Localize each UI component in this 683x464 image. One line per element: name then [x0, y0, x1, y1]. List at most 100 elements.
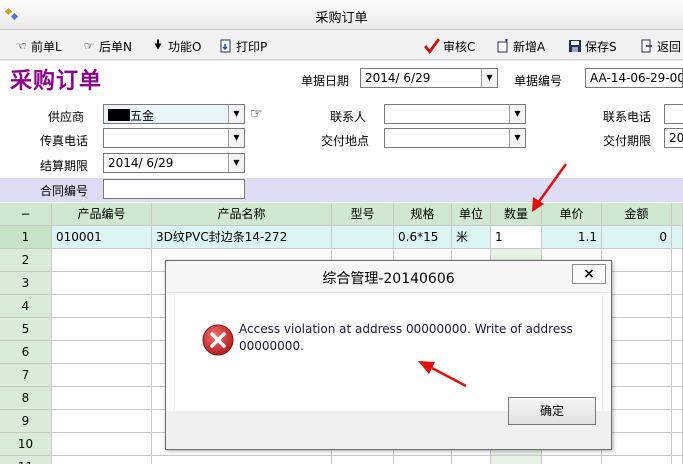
table-row[interactable]: 1 010001 3D纹PVC封边条14-272 0.6*15 米 1 1.1 0	[0, 226, 683, 249]
delivery-period-field[interactable]: 20	[664, 128, 683, 148]
col-header-price[interactable]: 单价	[542, 203, 602, 226]
cell-unit[interactable]	[452, 456, 491, 464]
print-button[interactable]: 打印P	[219, 37, 267, 55]
cell-amount[interactable]	[602, 272, 672, 295]
doc-no-field[interactable]: AA-14-06-29-0002	[585, 68, 683, 88]
phone-field[interactable]	[664, 104, 683, 124]
cell-spec[interactable]: 0.6*15	[394, 226, 452, 249]
cell-name[interactable]: 3D纹PVC封边条14-272	[152, 226, 332, 249]
func-button[interactable]: 🠟 功能O	[151, 37, 202, 55]
cell-code[interactable]	[52, 364, 152, 387]
col-header-code[interactable]: 产品编号	[52, 203, 152, 226]
chevron-down-icon[interactable]: ▼	[509, 129, 525, 147]
cell-amount[interactable]	[602, 456, 672, 464]
doc-no-label: 单据编号	[514, 74, 563, 88]
cell-code[interactable]	[52, 272, 152, 295]
cell-amount[interactable]	[602, 364, 672, 387]
supplier-field[interactable]: 五金 ▼	[103, 104, 245, 124]
cell-amount[interactable]	[602, 410, 672, 433]
prev-button[interactable]: ☜ 前单L	[14, 37, 62, 55]
row-number: 7	[0, 364, 52, 387]
cell-code[interactable]	[52, 341, 152, 364]
chevron-down-icon[interactable]: ▼	[509, 105, 525, 123]
contact-field[interactable]: ▼	[384, 104, 526, 124]
cell-extra[interactable]	[672, 272, 683, 295]
col-header-qty[interactable]: 数量	[491, 203, 542, 226]
cell-extra[interactable]	[672, 387, 683, 410]
delivery-period-label: 交付期限	[603, 134, 652, 148]
row-number: 1	[0, 226, 52, 249]
cell-extra[interactable]	[672, 456, 683, 464]
col-header-spec[interactable]: 规格	[394, 203, 452, 226]
cell-amount[interactable]	[602, 433, 672, 456]
window-title: 采购订单	[315, 11, 368, 26]
ok-button[interactable]: 确定	[508, 397, 596, 425]
delivery-place-field[interactable]: ▼	[384, 128, 526, 148]
next-icon: ☞	[83, 39, 95, 53]
cell-amount[interactable]	[602, 341, 672, 364]
cell-code[interactable]	[52, 295, 152, 318]
chevron-down-icon[interactable]: ▼	[481, 69, 497, 87]
cell-price[interactable]	[542, 456, 602, 464]
chevron-down-icon[interactable]: ▼	[228, 105, 244, 123]
cell-amount[interactable]	[602, 318, 672, 341]
dialog-title: 综合管理-20140606	[322, 271, 455, 287]
back-button[interactable]: 返回	[640, 37, 681, 55]
cell-code[interactable]	[52, 318, 152, 341]
contract-label: 合同编号	[40, 184, 89, 198]
cell-amount[interactable]	[602, 249, 672, 272]
row-number: 11	[0, 456, 52, 464]
cell-code[interactable]: 010001	[52, 226, 152, 249]
row-number: 10	[0, 433, 52, 456]
cell-extra[interactable]	[672, 433, 683, 456]
cell-extra[interactable]	[672, 249, 683, 272]
settle-date-field[interactable]: 2014/ 6/29 ▼	[103, 153, 245, 173]
cell-amount[interactable]	[602, 387, 672, 410]
col-header-rownum[interactable]: −	[0, 203, 52, 226]
chevron-down-icon[interactable]: ▼	[228, 154, 244, 172]
cell-spec[interactable]	[394, 456, 452, 464]
contract-field[interactable]	[103, 179, 245, 199]
next-button[interactable]: ☞ 后单N	[82, 37, 132, 55]
cell-extra[interactable]	[672, 364, 683, 387]
cell-amount[interactable]: 0	[602, 226, 672, 249]
cell-unit[interactable]: 米	[452, 226, 491, 249]
cell-extra[interactable]	[672, 295, 683, 318]
cell-code[interactable]	[52, 410, 152, 433]
audit-button[interactable]: 审核C	[424, 37, 475, 55]
chevron-down-icon[interactable]: ▼	[228, 129, 244, 147]
cell-model[interactable]	[332, 226, 394, 249]
cell-qty[interactable]	[491, 456, 542, 464]
cell-amount[interactable]	[602, 295, 672, 318]
col-header-name[interactable]: 产品名称	[152, 203, 332, 226]
cell-code[interactable]	[52, 249, 152, 272]
col-header-unit[interactable]: 单位	[452, 203, 491, 226]
save-button[interactable]: 保存S	[568, 37, 617, 55]
cell-qty[interactable]: 1	[491, 226, 542, 249]
row-number: 2	[0, 249, 52, 272]
doc-date-field[interactable]: 2014/ 6/29 ▼	[360, 68, 498, 88]
cell-price[interactable]: 1.1	[542, 226, 602, 249]
cell-model[interactable]	[332, 456, 394, 464]
col-header-model[interactable]: 型号	[332, 203, 394, 226]
pointer-hand-icon[interactable]: ☞	[250, 106, 263, 122]
cell-extra[interactable]	[672, 226, 683, 249]
dialog-title-bar: 综合管理-20140606 ×	[166, 261, 611, 293]
prev-icon: ☜	[15, 39, 27, 53]
title-bar: 采购订单	[0, 0, 683, 30]
cell-code[interactable]	[52, 456, 152, 464]
cell-name[interactable]	[152, 456, 332, 464]
contact-label: 联系人	[330, 110, 367, 124]
col-header-amount[interactable]: 金额	[602, 203, 672, 226]
close-button[interactable]: ×	[572, 264, 606, 284]
fax-field[interactable]: ▼	[103, 128, 245, 148]
cell-extra[interactable]	[672, 341, 683, 364]
cell-extra[interactable]	[672, 410, 683, 433]
cell-code[interactable]	[52, 433, 152, 456]
row-number: 4	[0, 295, 52, 318]
table-row[interactable]: 11	[0, 456, 683, 464]
cell-extra[interactable]	[672, 318, 683, 341]
phone-label: 联系电话	[603, 110, 652, 124]
new-button[interactable]: 新增A	[496, 37, 545, 55]
cell-code[interactable]	[52, 387, 152, 410]
